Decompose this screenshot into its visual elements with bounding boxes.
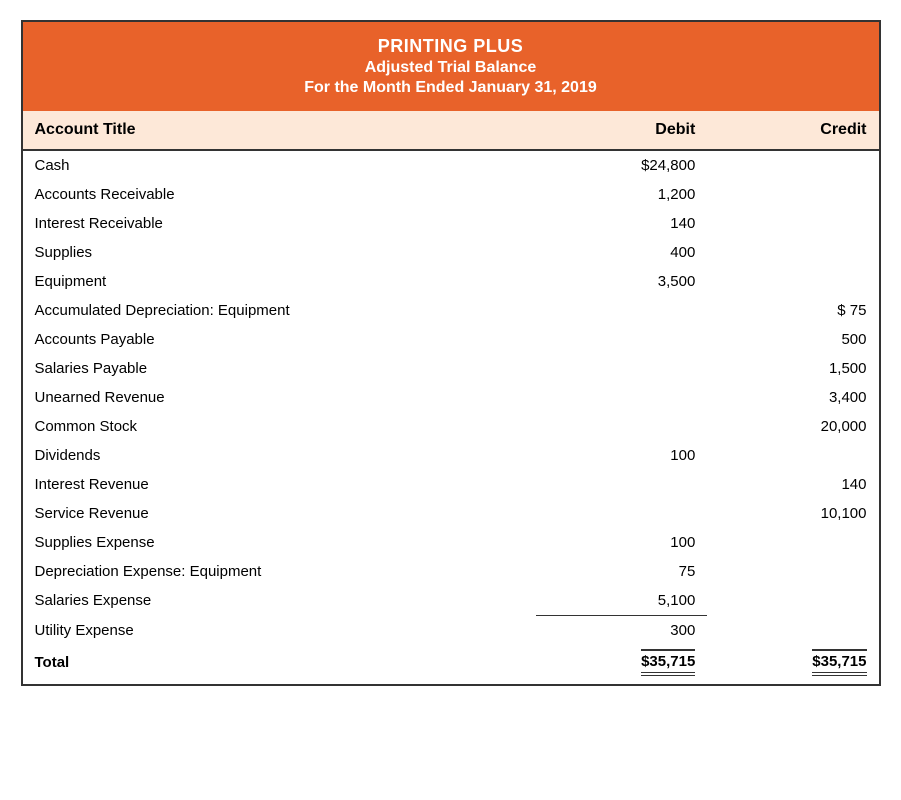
debit-cell: $24,800 (536, 150, 707, 180)
table-row: Salaries Payable 1,500 (23, 354, 879, 383)
account-cell: Salaries Payable (23, 354, 537, 383)
account-cell: Cash (23, 150, 537, 180)
table-row: Dividends100 (23, 441, 879, 470)
table-row: Interest Receivable140 (23, 209, 879, 238)
credit-cell: 1,500 (707, 354, 878, 383)
credit-cell (707, 209, 878, 238)
credit-cell: $ 75 (707, 296, 878, 325)
account-cell: Accounts Receivable (23, 180, 537, 209)
credit-cell: 140 (707, 470, 878, 499)
table-row: Service Revenue 10,100 (23, 499, 879, 528)
credit-cell: 20,000 (707, 412, 878, 441)
account-cell: Dividends (23, 441, 537, 470)
credit-header: Credit (707, 111, 878, 150)
table-row: Equipment3,500 (23, 267, 879, 296)
credit-cell: 3,400 (707, 383, 878, 412)
report-header: PRINTING PLUS Adjusted Trial Balance For… (23, 22, 879, 111)
table-row: Interest Revenue 140 (23, 470, 879, 499)
debit-cell: 3,500 (536, 267, 707, 296)
report-period: For the Month Ended January 31, 2019 (33, 79, 869, 97)
debit-cell: 75 (536, 557, 707, 586)
account-cell: Interest Receivable (23, 209, 537, 238)
credit-cell (707, 441, 878, 470)
debit-cell (536, 325, 707, 354)
account-cell: Accumulated Depreciation: Equipment (23, 296, 537, 325)
debit-cell: 5,100 (536, 586, 707, 616)
table-row: Common Stock 20,000 (23, 412, 879, 441)
credit-cell (707, 586, 878, 616)
total-label: Total (23, 645, 537, 684)
account-cell: Common Stock (23, 412, 537, 441)
table-row: Accounts Payable 500 (23, 325, 879, 354)
total-credit: $35,715 (707, 645, 878, 684)
trial-balance-table: Account Title Debit Credit Cash$24,800Ac… (23, 111, 879, 684)
debit-cell: 1,200 (536, 180, 707, 209)
account-title-header: Account Title (23, 111, 537, 150)
debit-cell (536, 383, 707, 412)
credit-cell (707, 150, 878, 180)
account-cell: Accounts Payable (23, 325, 537, 354)
total-debit: $35,715 (536, 645, 707, 684)
credit-cell (707, 238, 878, 267)
table-row: Unearned Revenue 3,400 (23, 383, 879, 412)
debit-cell: 300 (536, 616, 707, 646)
debit-cell (536, 296, 707, 325)
table-row: Utility Expense300 (23, 616, 879, 646)
account-cell: Unearned Revenue (23, 383, 537, 412)
credit-cell (707, 528, 878, 557)
report-container: PRINTING PLUS Adjusted Trial Balance For… (21, 20, 881, 686)
debit-cell: 140 (536, 209, 707, 238)
debit-cell: 400 (536, 238, 707, 267)
account-cell: Supplies Expense (23, 528, 537, 557)
account-cell: Supplies (23, 238, 537, 267)
table-row: Supplies Expense100 (23, 528, 879, 557)
debit-cell (536, 499, 707, 528)
debit-cell (536, 412, 707, 441)
debit-cell: 100 (536, 441, 707, 470)
table-row: Accumulated Depreciation: Equipment $ 75 (23, 296, 879, 325)
account-cell: Depreciation Expense: Equipment (23, 557, 537, 586)
credit-cell (707, 180, 878, 209)
report-title: Adjusted Trial Balance (33, 59, 869, 77)
table-row: Supplies400 (23, 238, 879, 267)
table-row: Cash$24,800 (23, 150, 879, 180)
table-header-row: Account Title Debit Credit (23, 111, 879, 150)
table-row: Depreciation Expense: Equipment75 (23, 557, 879, 586)
debit-cell (536, 470, 707, 499)
account-cell: Salaries Expense (23, 586, 537, 616)
account-cell: Interest Revenue (23, 470, 537, 499)
table-row: Accounts Receivable1,200 (23, 180, 879, 209)
total-row: Total$35,715$35,715 (23, 645, 879, 684)
debit-header: Debit (536, 111, 707, 150)
debit-cell: 100 (536, 528, 707, 557)
account-cell: Utility Expense (23, 616, 537, 646)
account-cell: Equipment (23, 267, 537, 296)
account-cell: Service Revenue (23, 499, 537, 528)
credit-cell (707, 616, 878, 646)
credit-cell: 10,100 (707, 499, 878, 528)
credit-cell: 500 (707, 325, 878, 354)
table-row: Salaries Expense5,100 (23, 586, 879, 616)
company-name: PRINTING PLUS (33, 36, 869, 57)
credit-cell (707, 557, 878, 586)
credit-cell (707, 267, 878, 296)
debit-cell (536, 354, 707, 383)
